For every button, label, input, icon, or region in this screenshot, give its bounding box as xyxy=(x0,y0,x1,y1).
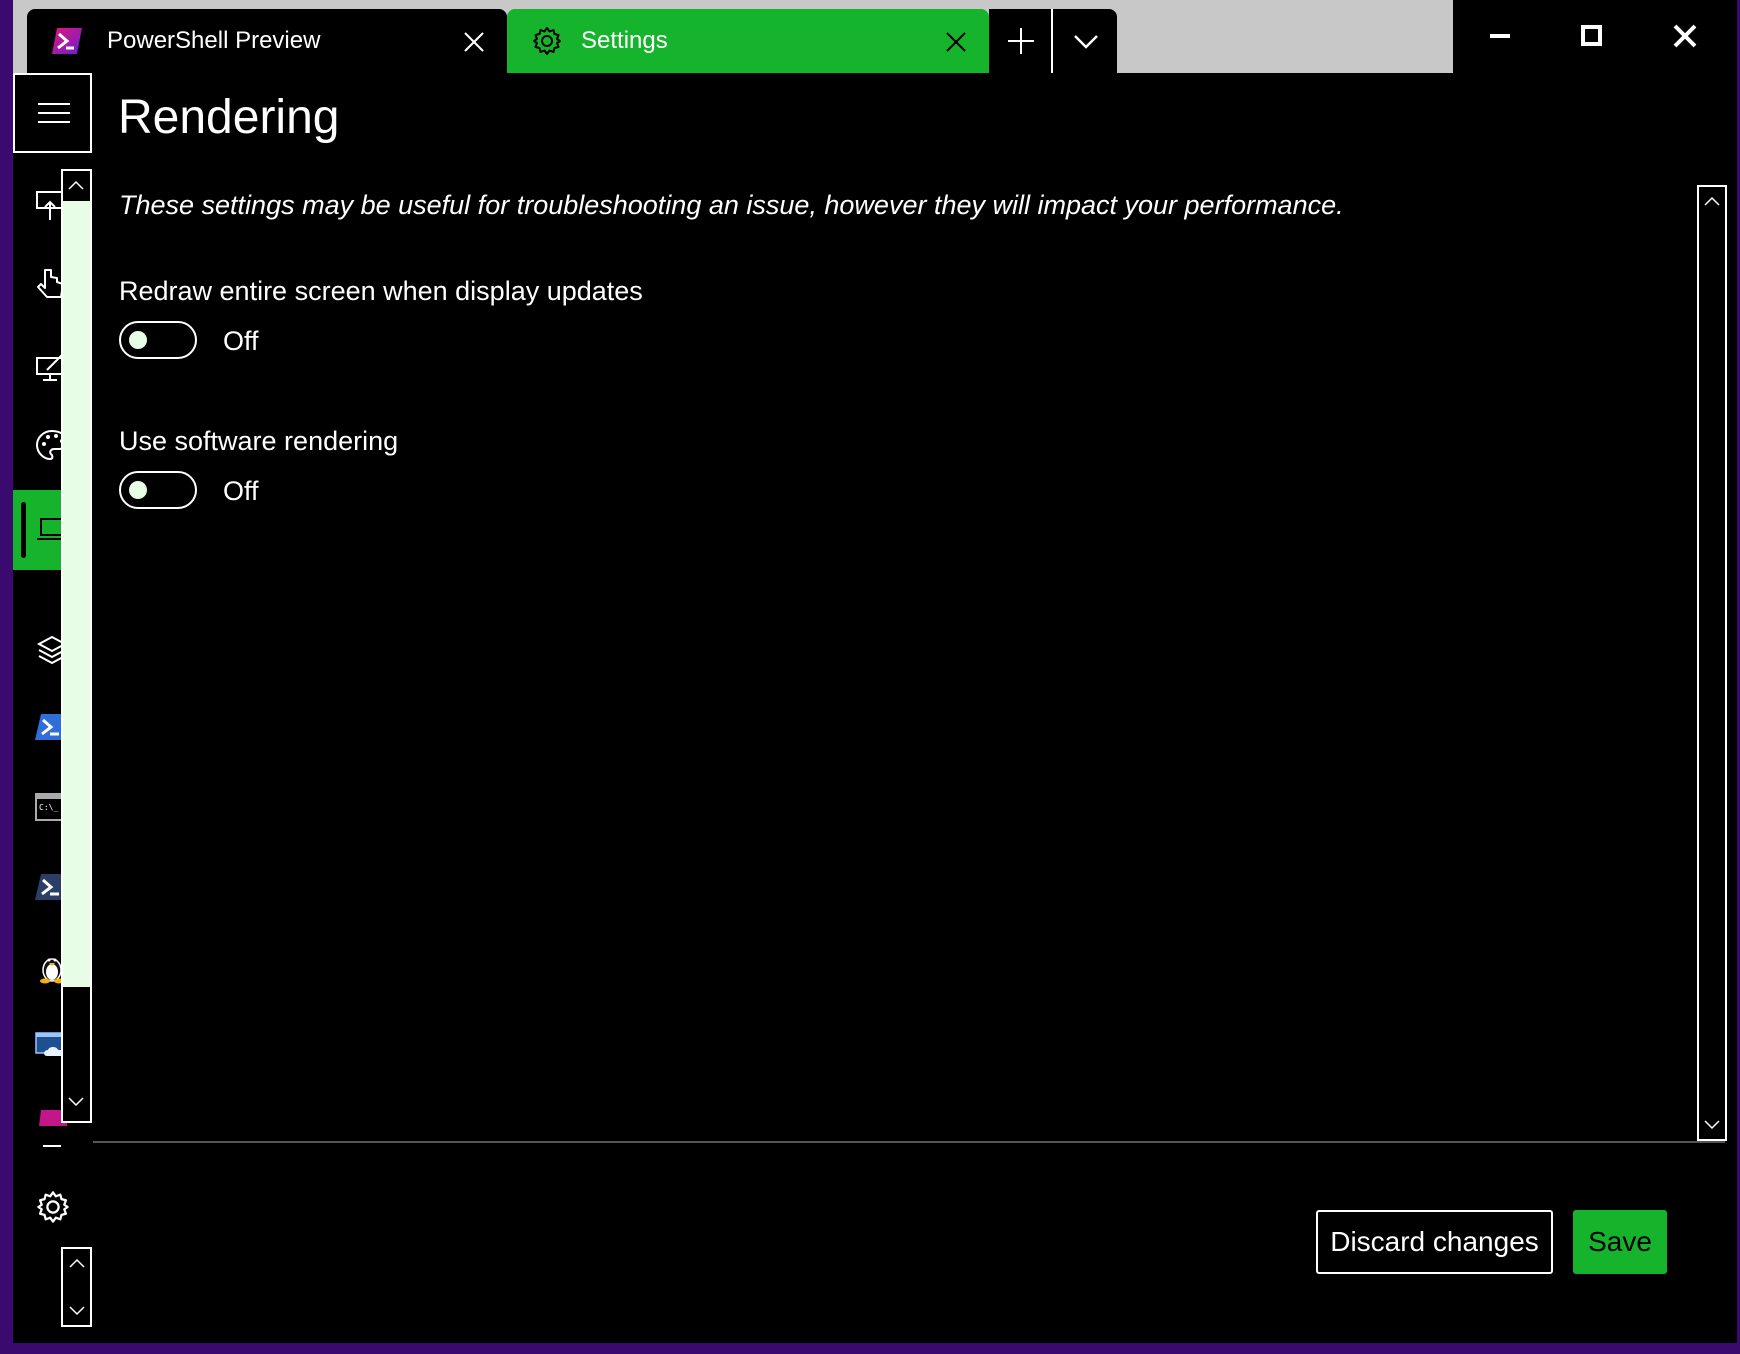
chevron-down-icon[interactable] xyxy=(69,1305,85,1317)
setting-label-redraw: Redraw entire screen when display update… xyxy=(119,276,643,306)
chevron-down-icon[interactable] xyxy=(1704,1119,1720,1131)
setting-label-software-rendering: Use software rendering xyxy=(119,426,399,456)
nav-scrollbar[interactable] xyxy=(61,169,92,1123)
page-description: These settings may be useful for trouble… xyxy=(119,190,1344,220)
toggle-knob xyxy=(129,331,147,349)
close-icon[interactable] xyxy=(463,31,485,53)
tab-settings[interactable]: Settings xyxy=(507,9,989,73)
close-window-button[interactable] xyxy=(1637,0,1729,73)
gear-icon[interactable] xyxy=(35,1189,71,1225)
chevron-down-icon xyxy=(1074,35,1098,49)
toggle-knob xyxy=(129,481,147,499)
nav-scrollbar-thumb[interactable] xyxy=(63,201,90,987)
minimize-button[interactable] xyxy=(1453,0,1545,73)
chevron-up-icon[interactable] xyxy=(68,179,84,191)
discard-changes-button[interactable]: Discard changes xyxy=(1316,1210,1553,1274)
title-bar: PowerShell Preview Settings xyxy=(13,0,1737,73)
menu-button[interactable] xyxy=(13,73,92,153)
svg-text:C:\_: C:\_ xyxy=(39,803,58,812)
page-title: Rendering xyxy=(118,91,340,144)
close-icon xyxy=(1673,24,1697,48)
toggle-software-rendering[interactable] xyxy=(119,471,197,509)
chevron-up-icon[interactable] xyxy=(1704,195,1720,207)
toggle-redraw-entire-screen[interactable] xyxy=(119,321,197,359)
tab-dropdown-button[interactable] xyxy=(1053,9,1117,73)
toggle-state-redraw: Off xyxy=(223,326,259,356)
maximize-icon xyxy=(1581,25,1602,46)
chevron-up-icon[interactable] xyxy=(69,1257,85,1269)
footer-divider xyxy=(93,1141,1725,1143)
new-tab-button[interactable] xyxy=(989,9,1053,73)
close-icon[interactable] xyxy=(945,31,967,53)
maximize-button[interactable] xyxy=(1545,0,1637,73)
gear-icon xyxy=(533,27,561,55)
navigation-pane: C:\_ xyxy=(13,73,93,1343)
terminal-window: PowerShell Preview Settings C:\_ Renderi… xyxy=(13,0,1737,1343)
nav-divider xyxy=(43,1145,61,1147)
tab-title: PowerShell Preview xyxy=(107,27,321,54)
selection-indicator xyxy=(21,502,26,558)
toggle-state-software-rendering: Off xyxy=(223,476,259,506)
content-scrollbar[interactable] xyxy=(1697,185,1727,1141)
minimize-icon xyxy=(1490,34,1510,38)
powershell-preview-icon xyxy=(52,28,82,54)
save-button[interactable]: Save xyxy=(1573,1210,1667,1274)
tab-powershell-preview[interactable]: PowerShell Preview xyxy=(27,9,507,73)
nav-footer-scrollbar[interactable] xyxy=(61,1247,92,1327)
tab-title: Settings xyxy=(581,27,668,54)
plus-icon xyxy=(1008,28,1034,54)
chevron-down-icon[interactable] xyxy=(68,1096,84,1108)
hamburger-menu-icon xyxy=(38,103,70,123)
